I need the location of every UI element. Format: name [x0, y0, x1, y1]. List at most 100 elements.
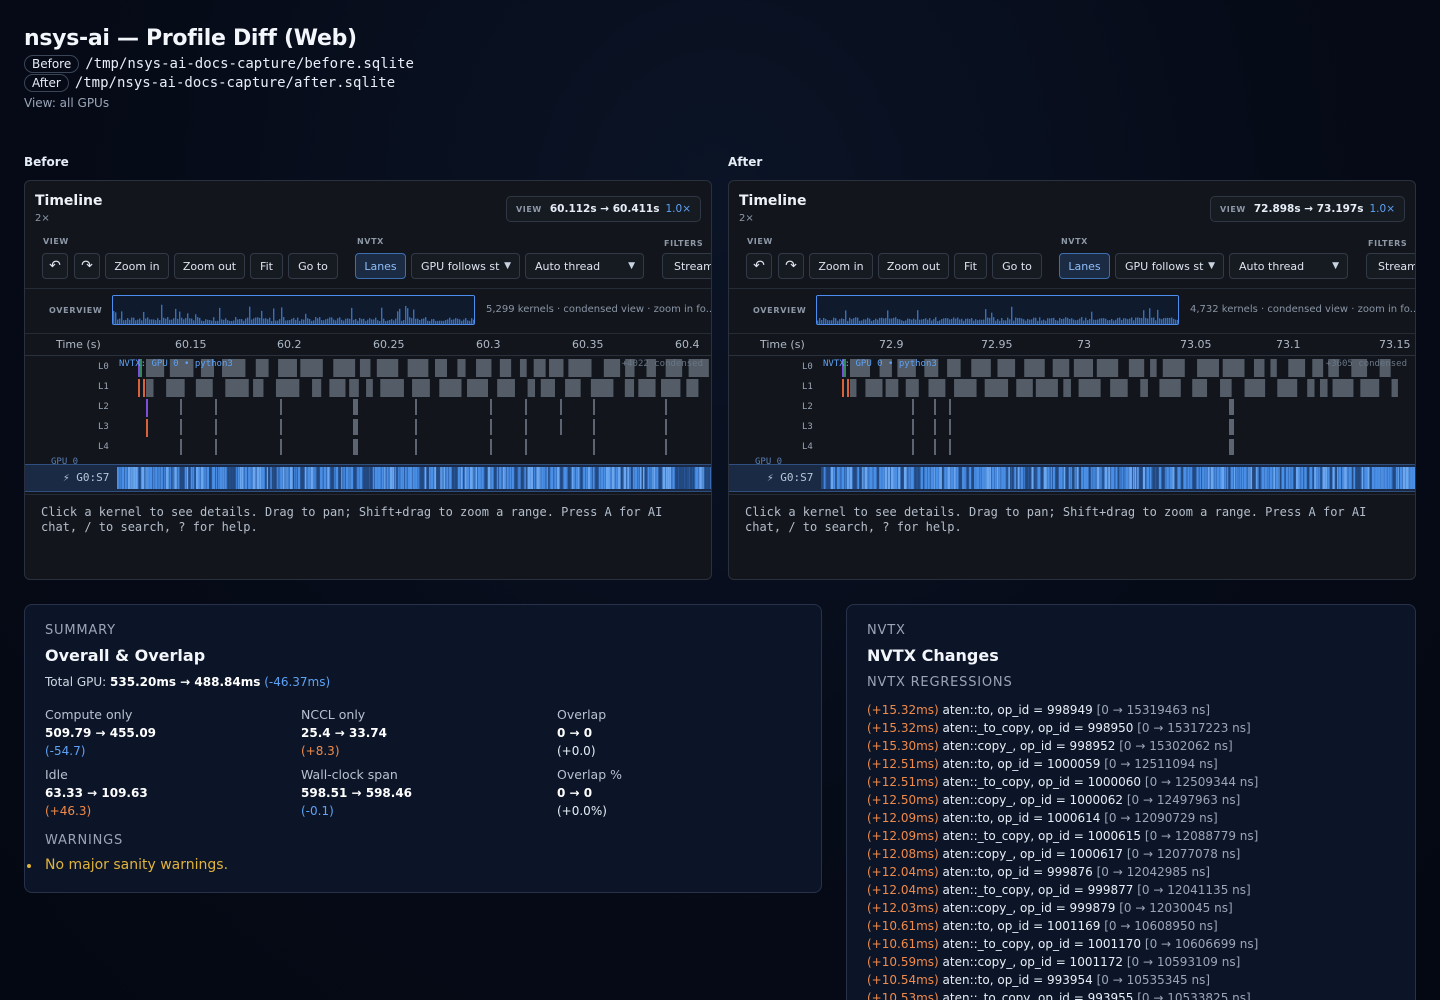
- nvtx-lanes[interactable]: [729, 356, 1416, 456]
- overview-bar: [859, 320, 861, 324]
- kernel-block: [1288, 467, 1291, 489]
- kernel-track[interactable]: [821, 467, 1416, 489]
- goto-button[interactable]: Go to: [992, 253, 1042, 279]
- overview-bar: [399, 308, 401, 324]
- kernel-block: [898, 467, 901, 489]
- kernel-block: [357, 467, 359, 489]
- nvtx-regression-row[interactable]: (+12.04ms) aten::to, op_id = 999876 [0 →…: [867, 863, 1258, 881]
- overview-bar: [309, 318, 311, 324]
- zoom-out-button[interactable]: Zoom out: [878, 253, 949, 279]
- nvtx-regression-row[interactable]: (+12.50ms) aten::copy_, op_id = 1000062 …: [867, 791, 1258, 809]
- overview-minimap[interactable]: [112, 295, 475, 325]
- kernel-block: [1123, 467, 1125, 489]
- kernel-block: [117, 467, 119, 489]
- kernel-block: [665, 467, 668, 489]
- zoom-in-button[interactable]: Zoom in: [105, 253, 169, 279]
- overview-bar: [1059, 317, 1061, 324]
- kernel-block: [400, 467, 403, 489]
- kernel-block: [146, 467, 148, 489]
- nvtx-regression-row[interactable]: (+12.04ms) aten::_to_copy, op_id = 99987…: [867, 881, 1258, 899]
- overview-bar: [849, 317, 851, 324]
- overview-bar: [1015, 317, 1017, 324]
- overview-bar: [971, 318, 973, 324]
- metric-idle: Idle 63.33 → 109.63 (+46.3): [45, 766, 148, 820]
- kernel-block: [171, 467, 173, 489]
- nvtx-regression-row[interactable]: (+10.61ms) aten::to, op_id = 1001169 [0 …: [867, 917, 1258, 935]
- kernel-block: [610, 467, 612, 489]
- nvtx-lanes[interactable]: [25, 356, 712, 456]
- overview-bar: [1167, 317, 1169, 324]
- nvtx-regression-row[interactable]: (+12.51ms) aten::_to_copy, op_id = 10000…: [867, 773, 1258, 791]
- time-tick: 60.25: [373, 338, 405, 351]
- nvtx-regression-row[interactable]: (+12.09ms) aten::_to_copy, op_id = 10006…: [867, 827, 1258, 845]
- nvtx-range: [415, 419, 417, 435]
- nvtx-regression-row[interactable]: (+12.08ms) aten::copy_, op_id = 1000617 …: [867, 845, 1258, 863]
- kernel-block: [1307, 467, 1310, 489]
- overview-bar: [219, 307, 221, 324]
- gpu-stream-row[interactable]: ⚡ G0:S7: [729, 464, 1415, 492]
- nvtx-regression-row[interactable]: (+15.32ms) aten::to, op_id = 998949 [0 →…: [867, 701, 1258, 719]
- gpu-follows-select[interactable]: GPU follows st ▼: [411, 253, 520, 279]
- kernel-block: [953, 467, 956, 489]
- fit-button[interactable]: Fit: [250, 253, 283, 279]
- nvtx-delta: (+15.30ms): [867, 739, 939, 753]
- kernel-track[interactable]: [117, 467, 712, 489]
- undo-button[interactable]: ↶: [746, 253, 772, 279]
- overview-bar: [471, 318, 473, 324]
- nvtx-regression-row[interactable]: (+15.30ms) aten::copy_, op_id = 998952 […: [867, 737, 1258, 755]
- kernel-block: [942, 467, 944, 489]
- lanes-toggle[interactable]: Lanes: [1059, 253, 1110, 279]
- nvtx-regression-row[interactable]: (+10.59ms) aten::copy_, op_id = 1001172 …: [867, 953, 1258, 971]
- nvtx-regression-row[interactable]: (+12.51ms) aten::to, op_id = 1000059 [0 …: [867, 755, 1258, 773]
- nvtx-range: [0 → 12030045 ns]: [1119, 901, 1233, 915]
- overview-bar: [431, 319, 433, 324]
- kernel-block: [962, 467, 965, 489]
- kernel-block: [415, 467, 418, 489]
- overview-bar: [913, 318, 915, 324]
- kernel-block: [634, 467, 638, 489]
- nvtx-regression-row[interactable]: (+10.53ms) aten::_to_copy, op_id = 99395…: [867, 989, 1258, 1000]
- kernel-block: [1063, 467, 1066, 489]
- nvtx-range: [1128, 359, 1145, 377]
- nvtx-regression-row[interactable]: (+15.32ms) aten::_to_copy, op_id = 99895…: [867, 719, 1258, 737]
- nvtx-regression-row[interactable]: (+12.03ms) aten::copy_, op_id = 999879 […: [867, 899, 1258, 917]
- goto-button[interactable]: Go to: [288, 253, 338, 279]
- nvtx-range: [195, 379, 213, 397]
- kernel-block: [235, 467, 237, 489]
- overview-bar: [333, 319, 335, 324]
- gpu-follows-select[interactable]: GPU follows st ▼: [1115, 253, 1224, 279]
- overview-bar: [907, 318, 909, 324]
- nvtx-regression-row[interactable]: (+12.09ms) aten::to, op_id = 1000614 [0 …: [867, 809, 1258, 827]
- overview-bar: [413, 309, 415, 324]
- nvtx-regression-row[interactable]: (+10.54ms) aten::to, op_id = 993954 [0 →…: [867, 971, 1258, 989]
- overview-bar: [433, 319, 435, 324]
- nvtx-range: [665, 419, 667, 435]
- nvtx-range: [467, 379, 489, 397]
- fit-button[interactable]: Fit: [954, 253, 987, 279]
- kernel-block: [446, 467, 449, 489]
- kernel-block: [577, 467, 579, 489]
- overview-bar: [301, 319, 303, 324]
- overview-bar: [953, 317, 955, 324]
- thread-select[interactable]: Auto thread ▼: [525, 253, 644, 279]
- redo-button[interactable]: ↷: [778, 253, 804, 279]
- zoom-out-button[interactable]: Zoom out: [174, 253, 245, 279]
- overview-bar: [1057, 320, 1059, 324]
- kernel-block: [285, 467, 287, 489]
- undo-button[interactable]: ↶: [42, 253, 68, 279]
- redo-button[interactable]: ↷: [74, 253, 100, 279]
- kernel-block: [1017, 467, 1020, 489]
- stream-filter[interactable]: Stream: [662, 253, 711, 279]
- nvtx-range: [255, 359, 269, 377]
- thread-select[interactable]: Auto thread ▼: [1229, 253, 1348, 279]
- zoom-in-button[interactable]: Zoom in: [809, 253, 873, 279]
- overview-bar: [121, 311, 123, 324]
- lanes-toggle[interactable]: Lanes: [355, 253, 406, 279]
- overview-bar: [985, 309, 987, 324]
- gpu-stream-row[interactable]: ⚡ G0:S7: [25, 464, 711, 492]
- kernel-block: [209, 467, 212, 489]
- nvtx-regression-row[interactable]: (+10.61ms) aten::_to_copy, op_id = 10011…: [867, 935, 1258, 953]
- overview-minimap[interactable]: [816, 295, 1179, 325]
- kernel-block: [1028, 467, 1031, 489]
- stream-filter[interactable]: Stream: [1366, 253, 1415, 279]
